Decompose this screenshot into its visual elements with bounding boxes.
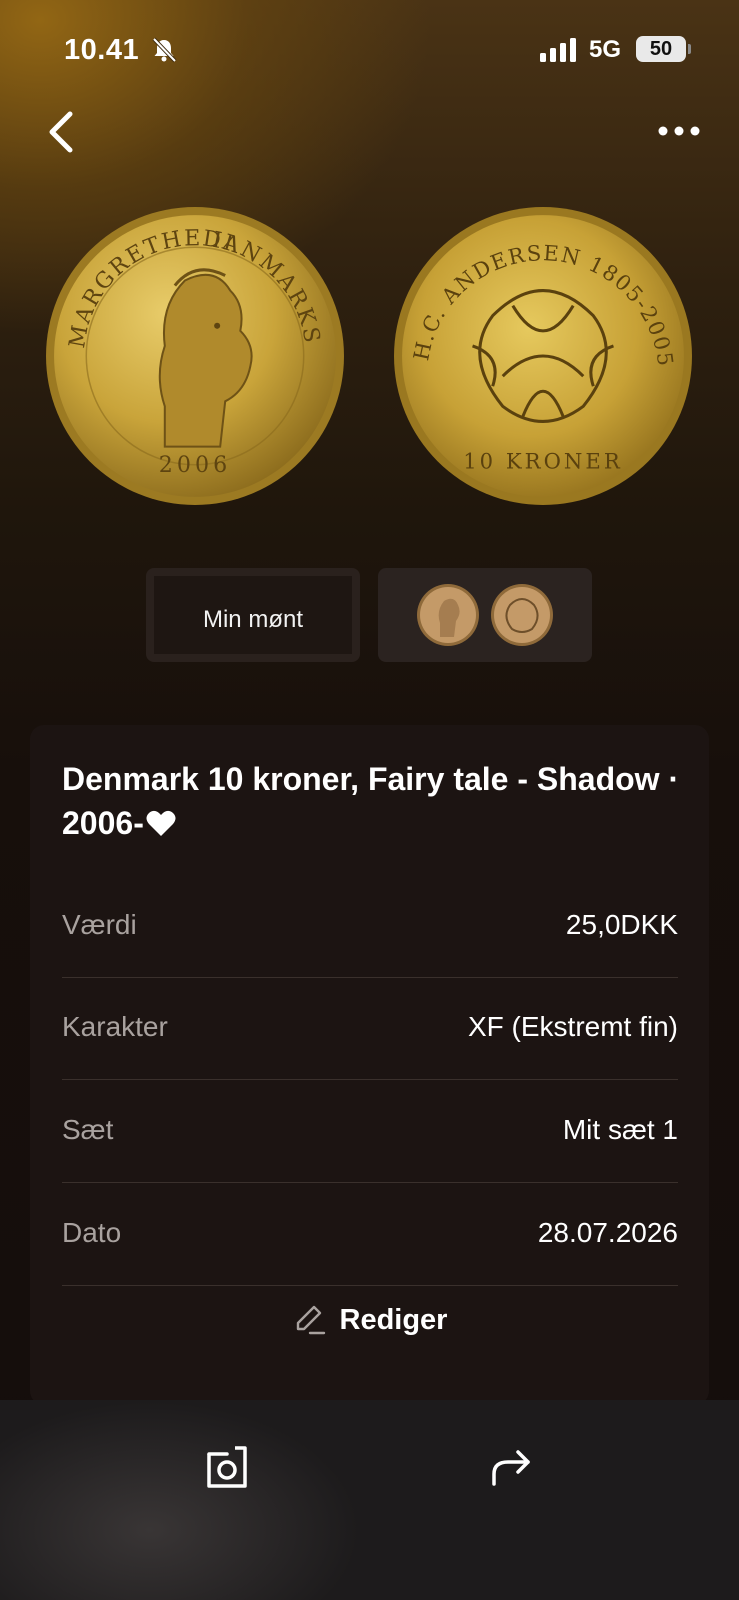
battery-icon: 50: [636, 36, 686, 62]
coin-obverse-year: 2006: [159, 452, 231, 478]
heart-icon[interactable]: [146, 810, 176, 837]
detail-row-value: Værdi 25,0DKK: [62, 875, 678, 978]
chevron-left-icon: [49, 111, 73, 153]
coin-obverse-thumbnail: [417, 584, 479, 646]
coin-title: Denmark 10 kroner, Fairy tale - Shadow ·…: [62, 757, 682, 845]
detail-label: Karakter: [62, 1011, 168, 1042]
detail-label: Værdi: [62, 909, 137, 940]
network-type: 5G: [589, 36, 622, 63]
detail-label: Dato: [62, 1217, 122, 1248]
camera-icon[interactable]: [203, 1444, 251, 1492]
coin-reverse-image[interactable]: H.C. ANDERSEN 1805-2005 10 KRONER: [392, 205, 694, 507]
detail-row-set: Sæt Mit sæt 1: [62, 1080, 678, 1183]
bottom-toolbar: [0, 1400, 739, 1600]
share-arrow-icon[interactable]: [490, 1444, 534, 1488]
edit-button[interactable]: Rediger: [30, 1303, 709, 1353]
edit-button-label: Rediger: [339, 1303, 448, 1336]
coin-obverse-image[interactable]: MARGRETHE II DANMARKS DRONNING 2006: [44, 205, 346, 507]
detail-value: 28.07.2026: [537, 1217, 678, 1248]
more-button[interactable]: [656, 116, 702, 146]
tab-my-coin[interactable]: Min mønt: [146, 568, 360, 662]
status-time: 10.41: [64, 34, 140, 66]
ellipsis-icon: [658, 126, 700, 136]
status-bar: 10.41 5G 50: [0, 30, 739, 70]
coin-reverse-thumbnail: [491, 584, 553, 646]
back-button[interactable]: [40, 108, 84, 156]
tab-reference-images[interactable]: [378, 568, 592, 662]
battery-tip: [688, 44, 691, 54]
detail-value: 25,0DKK: [565, 909, 678, 940]
detail-row-grade: Karakter XF (Ekstremt fin): [62, 977, 678, 1080]
detail-row-date: Dato 28.07.2026: [62, 1183, 678, 1286]
detail-label: Sæt: [62, 1114, 114, 1145]
pencil-icon: [296, 1305, 325, 1335]
detail-value: XF (Ekstremt fin): [467, 1011, 678, 1042]
bell-muted-icon: [152, 37, 177, 63]
signal-icon: [540, 38, 576, 62]
tab-my-coin-label: Min mønt: [202, 606, 303, 633]
coin-details-card: Denmark 10 kroner, Fairy tale - Shadow ·…: [30, 725, 709, 1405]
coin-reverse-denomination: 10 KRONER: [463, 449, 623, 474]
detail-value: Mit sæt 1: [562, 1114, 678, 1145]
